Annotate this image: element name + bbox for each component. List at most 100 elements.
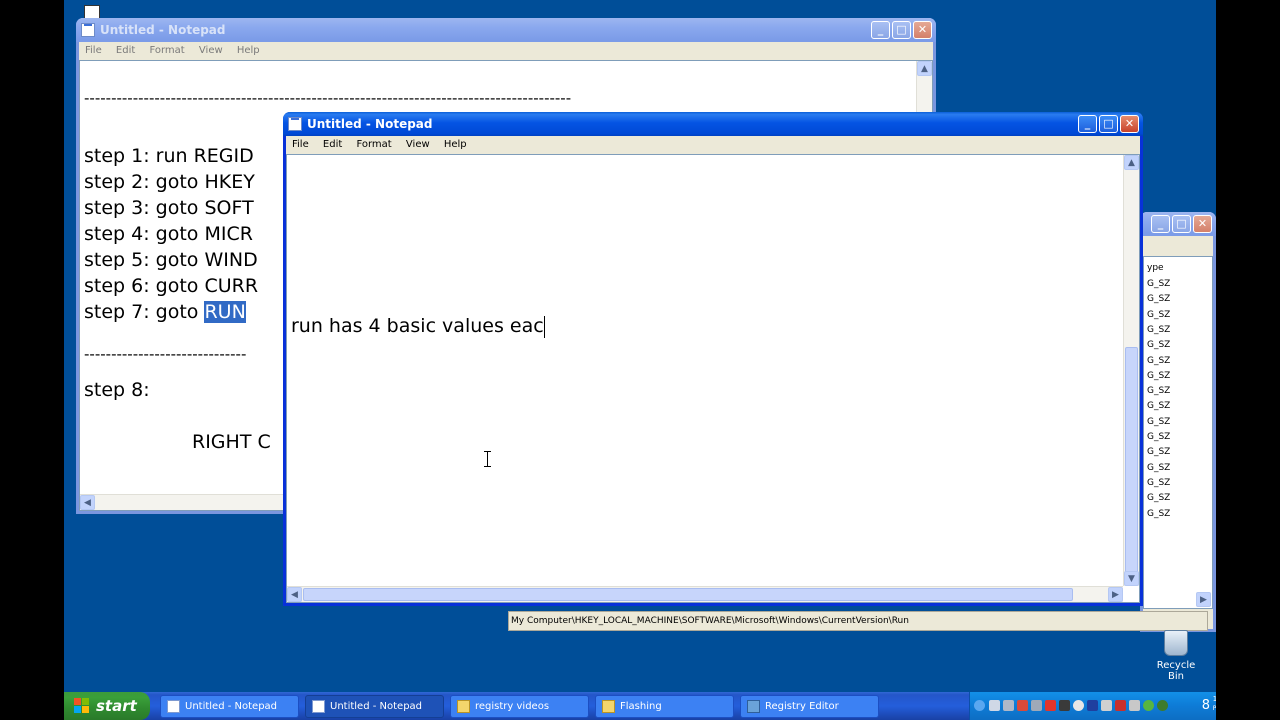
- task-label: Untitled - Notepad: [330, 701, 423, 712]
- minimize-button[interactable]: _: [871, 21, 890, 39]
- notepad-icon: [81, 23, 95, 37]
- menu-file[interactable]: File: [83, 45, 104, 56]
- close-button[interactable]: ✕: [1193, 215, 1212, 233]
- menu-format[interactable]: Format: [354, 139, 393, 150]
- windows-flag-icon: [74, 698, 90, 714]
- registry-value-row[interactable]: G_SZ: [1147, 279, 1170, 289]
- registry-value-row[interactable]: G_SZ: [1147, 493, 1170, 503]
- registry-value-row[interactable]: G_SZ: [1147, 340, 1170, 350]
- menu-format[interactable]: Format: [147, 45, 186, 56]
- menu-help[interactable]: Help: [442, 139, 469, 150]
- taskbar: start Untitled - Notepad Untitled - Note…: [64, 692, 1216, 720]
- volume-icon[interactable]: [1031, 700, 1042, 711]
- notepad-back-titlebar[interactable]: Untitled - Notepad _ □ ✕: [76, 18, 936, 42]
- registry-editor-titlebar[interactable]: _ □ ✕: [1140, 212, 1216, 236]
- speaker-icon[interactable]: [1101, 700, 1112, 711]
- registry-value-row[interactable]: G_SZ: [1147, 463, 1170, 473]
- close-button[interactable]: ✕: [1120, 115, 1139, 133]
- menu-edit[interactable]: Edit: [114, 45, 137, 56]
- desktop: _ □ ✕ ype G_SZ G_SZ G_SZ G_SZ G_SZ G_SZ G_SZ G_…: [64, 0, 1216, 720]
- notepad-front-titlebar[interactable]: Untitled - Notepad _ □ ✕: [283, 112, 1143, 136]
- registry-value-row[interactable]: G_SZ: [1147, 371, 1170, 381]
- scroll-right-arrow[interactable]: ▶: [1196, 592, 1211, 607]
- scroll-left-arrow[interactable]: ◀: [80, 495, 95, 510]
- tray-expand-icon[interactable]: [974, 700, 985, 711]
- registry-value-row[interactable]: G_SZ: [1147, 294, 1170, 304]
- minimize-button[interactable]: _: [1078, 115, 1097, 133]
- menu-view[interactable]: View: [197, 45, 225, 56]
- task-button-notepad-1[interactable]: Untitled - Notepad: [160, 695, 299, 718]
- scroll-right-arrow[interactable]: ▶: [1108, 587, 1123, 602]
- task-button-flashing[interactable]: Flashing: [595, 695, 734, 718]
- window-title: Untitled - Notepad: [100, 23, 226, 37]
- monitor-icon[interactable]: [1003, 700, 1014, 711]
- scroll-left-arrow[interactable]: ◀: [287, 587, 302, 602]
- task-button-notepad-2[interactable]: Untitled - Notepad: [305, 695, 444, 718]
- registry-value-row[interactable]: G_SZ: [1147, 509, 1170, 519]
- messenger-icon[interactable]: [1157, 700, 1168, 711]
- registry-value-row[interactable]: G_SZ: [1147, 478, 1170, 488]
- vertical-scrollbar[interactable]: ▲ ▼: [1123, 155, 1139, 586]
- window-title: Untitled - Notepad: [307, 117, 433, 131]
- update-icon[interactable]: [1059, 700, 1070, 711]
- desktop-shortcut-icon[interactable]: [84, 5, 100, 19]
- horizontal-scrollbar[interactable]: ◀ ▶: [287, 586, 1123, 602]
- recycle-bin-icon: [1164, 630, 1188, 656]
- task-label: Registry Editor: [765, 701, 839, 712]
- clock[interactable]: 8 11 PM: [1201, 692, 1216, 720]
- registry-value-row[interactable]: G_SZ: [1147, 310, 1170, 320]
- right-click-text: RIGHT C: [192, 431, 271, 453]
- scroll-up-arrow[interactable]: ▲: [1124, 155, 1139, 170]
- column-header-type[interactable]: ype: [1147, 263, 1164, 273]
- folder-icon: [602, 700, 615, 713]
- menu-view[interactable]: View: [404, 139, 432, 150]
- shield-icon[interactable]: [1017, 700, 1028, 711]
- clock-hour: 8: [1201, 698, 1210, 713]
- registry-value-row[interactable]: G_SZ: [1147, 447, 1170, 457]
- bluetooth-icon[interactable]: [1087, 700, 1098, 711]
- text-area[interactable]: run has 4 basic values eac ▲ ▼ ◀ ▶: [286, 154, 1140, 603]
- cpu-icon[interactable]: [1073, 700, 1084, 711]
- flag-icon[interactable]: [1115, 700, 1126, 711]
- maximize-button[interactable]: □: [892, 21, 911, 39]
- step-line-5: step 5: goto WIND: [84, 249, 258, 271]
- menu-edit[interactable]: Edit: [321, 139, 344, 150]
- task-button-registry-editor[interactable]: Registry Editor: [740, 695, 879, 718]
- task-label: registry videos: [475, 701, 550, 712]
- separator-line-2: ------------------------------: [84, 345, 247, 363]
- registry-value-row[interactable]: G_SZ: [1147, 356, 1170, 366]
- step-line-7: step 7: goto RUN: [84, 301, 246, 323]
- text-caret: [543, 315, 545, 338]
- registry-status-bar: My Computer\HKEY_LOCAL_MACHINE\SOFTWARE\…: [508, 611, 1208, 631]
- registry-value-row[interactable]: G_SZ: [1147, 417, 1170, 427]
- menu-help[interactable]: Help: [235, 45, 262, 56]
- recycle-bin[interactable]: Recycle Bin: [1151, 630, 1201, 682]
- task-label: Untitled - Notepad: [185, 701, 278, 712]
- antivirus-icon[interactable]: [1045, 700, 1056, 711]
- start-button[interactable]: start: [64, 692, 150, 720]
- step-line-1: step 1: run REGID: [84, 145, 254, 167]
- registry-values-pane: ype G_SZ G_SZ G_SZ G_SZ G_SZ G_SZ G_SZ G_SZ G_SZ…: [1143, 256, 1213, 609]
- scroll-down-arrow[interactable]: ▼: [1124, 571, 1139, 586]
- minimize-button[interactable]: _: [1151, 215, 1170, 233]
- close-button[interactable]: ✕: [913, 21, 932, 39]
- scroll-thumb[interactable]: [1125, 347, 1138, 573]
- scroll-up-arrow[interactable]: ▲: [917, 61, 932, 76]
- task-button-registry-videos[interactable]: registry videos: [450, 695, 589, 718]
- notepad-icon: [312, 700, 325, 713]
- menu-bar: File Edit Format View Help: [286, 136, 1140, 154]
- registry-value-row[interactable]: G_SZ: [1147, 432, 1170, 442]
- music-icon[interactable]: [1129, 700, 1140, 711]
- horizontal-scroll-thumb[interactable]: [303, 588, 1073, 601]
- folder-icon: [457, 700, 470, 713]
- maximize-button[interactable]: □: [1099, 115, 1118, 133]
- maximize-button[interactable]: □: [1172, 215, 1191, 233]
- registry-value-row[interactable]: G_SZ: [1147, 325, 1170, 335]
- typed-text: run has 4 basic values eac: [291, 315, 545, 338]
- registry-value-row[interactable]: G_SZ: [1147, 386, 1170, 396]
- registry-value-row[interactable]: G_SZ: [1147, 401, 1170, 411]
- network-icon[interactable]: [989, 700, 1000, 711]
- step-line-4: step 4: goto MICR: [84, 223, 253, 245]
- globe-icon[interactable]: [1143, 700, 1154, 711]
- menu-file[interactable]: File: [290, 139, 311, 150]
